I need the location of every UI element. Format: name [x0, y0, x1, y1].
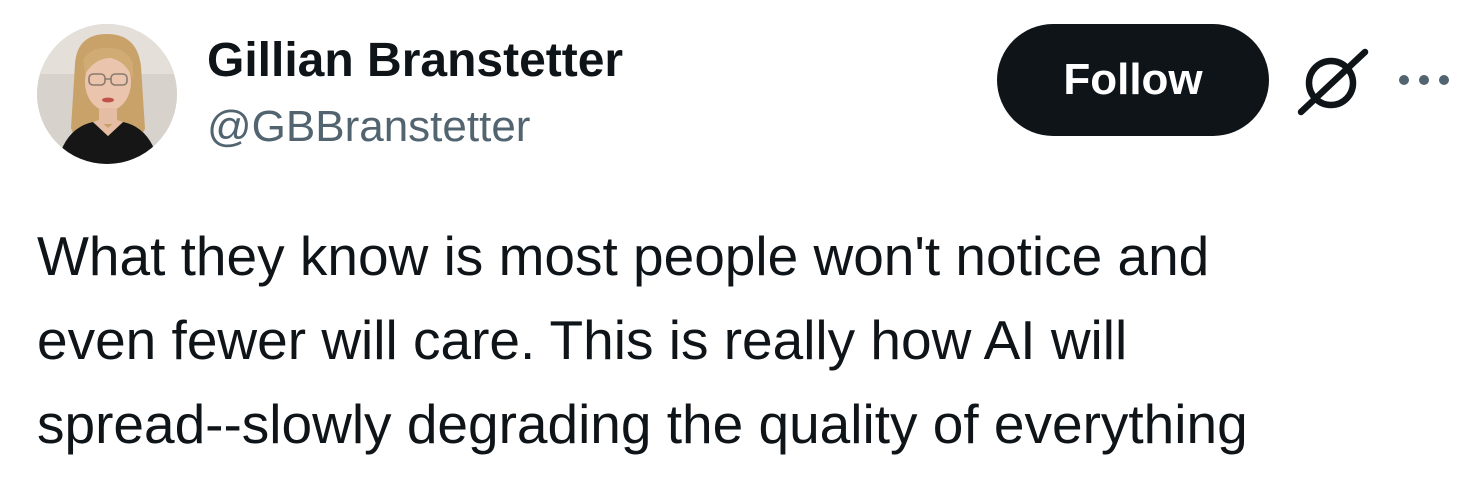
- author-display-name[interactable]: Gillian Branstetter: [207, 34, 623, 88]
- tweet-card: Gillian Branstetter @GBBranstetter Follo…: [0, 0, 1474, 488]
- tweet-text: What they know is most people won't noti…: [37, 225, 1248, 455]
- author-handle[interactable]: @GBBranstetter: [207, 100, 623, 154]
- avatar-photo: [37, 24, 177, 164]
- more-dots-icon[interactable]: [1398, 70, 1450, 90]
- avatar[interactable]: [37, 24, 177, 164]
- author-info: Gillian Branstetter @GBBranstetter: [207, 34, 623, 154]
- grok-slash-icon[interactable]: [1293, 46, 1373, 116]
- follow-button[interactable]: Follow: [997, 24, 1269, 136]
